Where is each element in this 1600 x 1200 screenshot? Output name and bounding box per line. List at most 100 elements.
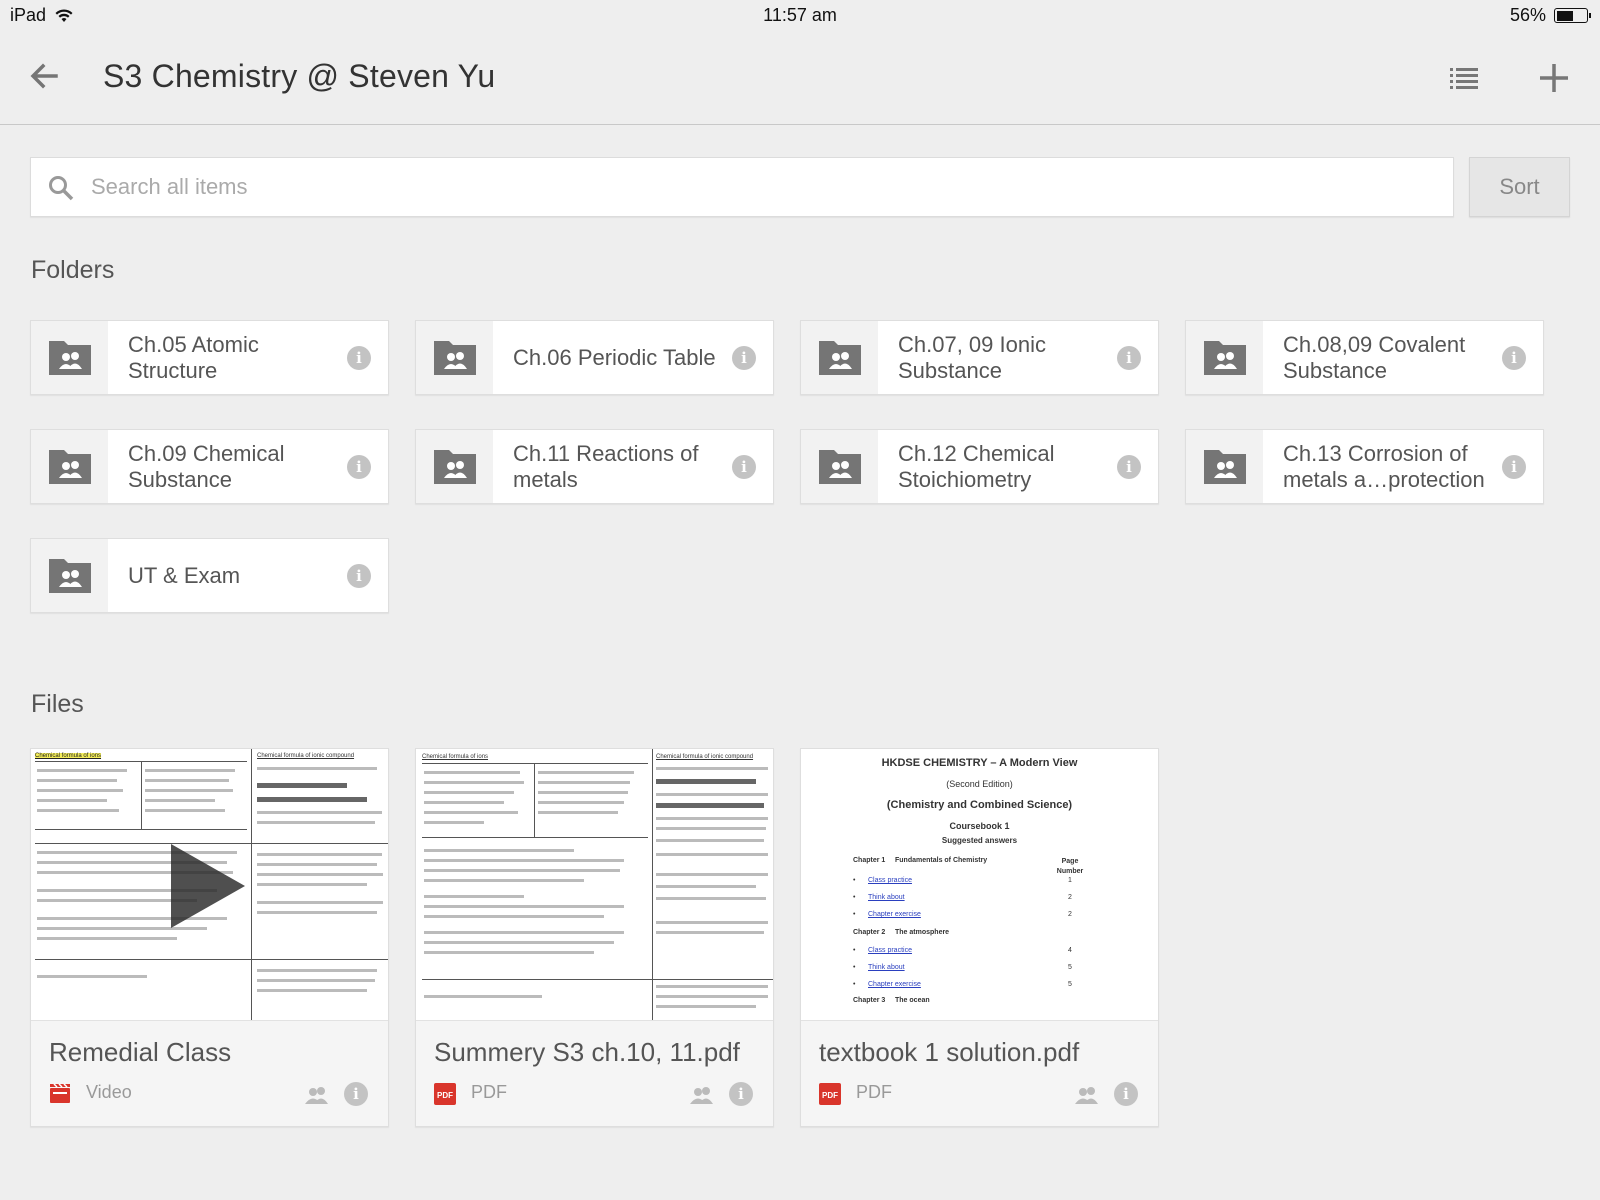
shared-folder-icon (1204, 341, 1246, 375)
thumb-bullet: • (853, 981, 856, 988)
app-bar: S3 Chemistry @ Steven Yu (0, 34, 1600, 125)
thumb-heading-2: Chemical formula of ionic compound (257, 753, 355, 759)
shared-folder-icon (434, 450, 476, 484)
folder-icon-box (801, 430, 878, 503)
svg-text:PDF: PDF (437, 1091, 453, 1100)
thumb-link: Chapter exercise (868, 981, 921, 988)
file-card[interactable]: Chemical formula of ions Chemical formul… (415, 748, 774, 1127)
thumb-link: Class practice (868, 877, 912, 884)
thumb-bullet: • (853, 877, 856, 884)
shared-folder-icon (819, 341, 861, 375)
add-button[interactable] (1536, 60, 1572, 96)
folder-card[interactable]: Ch.11 Reactions of metals i (415, 429, 774, 504)
folder-card[interactable]: Ch.09 Chemical Substance i (30, 429, 389, 504)
thumb-bullet: • (853, 947, 856, 954)
status-bar: iPad 11:57 am 56% (0, 0, 1600, 34)
thumb-page-number: 2 (1068, 911, 1072, 918)
folder-name: Ch.06 Periodic Table (513, 344, 716, 370)
folder-icon-box (1186, 321, 1263, 394)
folder-icon-box (416, 430, 493, 503)
info-icon[interactable]: i (344, 1082, 368, 1106)
folder-name: Ch.09 Chemical Substance (128, 440, 285, 492)
folder-card[interactable]: Ch.06 Periodic Table i (415, 320, 774, 395)
folder-card[interactable]: Ch.08,09 Covalent Substance i (1185, 320, 1544, 395)
shared-folder-icon (49, 450, 91, 484)
status-right: 56% (1510, 5, 1591, 26)
file-info: textbook 1 solution.pdf PDF PDF i (801, 1021, 1158, 1126)
battery-level (1556, 10, 1573, 21)
thumb-answers: Suggested answers (941, 836, 1018, 845)
sort-button[interactable]: Sort (1469, 157, 1570, 217)
info-icon[interactable]: i (347, 564, 371, 588)
thumb-title: HKDSE CHEMISTRY – A Modern View (881, 757, 1078, 769)
file-info: Summery S3 ch.10, 11.pdf PDF PDF i (416, 1021, 773, 1126)
shared-people-icon (305, 1087, 328, 1104)
search-box[interactable] (30, 157, 1454, 217)
pdf-icon: PDF (819, 1083, 841, 1105)
search-input[interactable] (91, 158, 1431, 216)
folder-card[interactable]: Ch.07, 09 Ionic Substance i (800, 320, 1159, 395)
info-icon[interactable]: i (1117, 346, 1141, 370)
info-icon[interactable]: i (347, 346, 371, 370)
thumb-heading: Chemical formula of ions (422, 754, 489, 760)
folder-name: Ch.12 Chemical Stoichiometry (898, 440, 1055, 492)
folder-icon-box (416, 321, 493, 394)
file-card[interactable]: Chemical formula of ions Chemical formul… (30, 748, 389, 1127)
info-icon[interactable]: i (732, 346, 756, 370)
folder-icon-box (1186, 430, 1263, 503)
folder-name: Ch.05 Atomic Structure (128, 331, 259, 383)
info-icon[interactable]: i (1117, 455, 1141, 479)
files-heading: Files (31, 690, 84, 718)
folder-name: Ch.07, 09 Ionic Substance (898, 331, 1046, 383)
thumb-heading-2: Chemical formula of ionic compound (656, 754, 754, 760)
thumb-subtitle: (Chemistry and Combined Science) (886, 799, 1073, 811)
folder-card[interactable]: Ch.05 Atomic Structure i (30, 320, 389, 395)
shared-people-icon (1075, 1087, 1098, 1104)
file-card[interactable]: HKDSE CHEMISTRY – A Modern View (Second … (800, 748, 1159, 1127)
thumb-link: Class practice (868, 947, 912, 954)
svg-text:PDF: PDF (822, 1091, 838, 1100)
thumb-book: Coursebook 1 (949, 821, 1010, 831)
folder-name: Ch.08,09 Covalent Substance (1283, 331, 1466, 383)
folder-card[interactable]: Ch.12 Chemical Stoichiometry i (800, 429, 1159, 504)
play-icon[interactable] (171, 844, 245, 928)
folder-card[interactable]: UT & Exam i (30, 538, 389, 613)
back-button[interactable] (26, 58, 62, 94)
folder-name: UT & Exam (128, 562, 241, 588)
list-view-icon (1450, 68, 1478, 89)
status-time: 11:57 am (763, 5, 837, 25)
thumb-link: Chapter exercise (868, 911, 921, 918)
folder-name: Ch.11 Reactions of metals (513, 440, 699, 492)
folder-icon-box (31, 539, 108, 612)
info-icon[interactable]: i (729, 1082, 753, 1106)
shared-people-icon (690, 1087, 713, 1104)
thumb-ch2: Chapter 2 The atmosphere (853, 929, 950, 936)
thumb-page-number: 4 (1068, 947, 1072, 954)
file-type-label: Video (86, 1082, 132, 1102)
folder-icon-box (31, 430, 108, 503)
video-icon (50, 1083, 70, 1103)
pdf-icon: PDF (434, 1083, 456, 1105)
info-icon[interactable]: i (1502, 346, 1526, 370)
info-icon[interactable]: i (1114, 1082, 1138, 1106)
thumb-bullet: • (853, 911, 856, 918)
file-name: textbook 1 solution.pdf (819, 1037, 1080, 1067)
file-thumbnail: HKDSE CHEMISTRY – A Modern View (Second … (801, 749, 1158, 1021)
folder-card[interactable]: Ch.13 Corrosion of metals a…protection i (1185, 429, 1544, 504)
shared-folder-icon (434, 341, 476, 375)
info-icon[interactable]: i (732, 455, 756, 479)
thumb-link: Think about (868, 964, 905, 971)
file-info: Remedial Class Video i (31, 1021, 388, 1126)
back-arrow-icon (30, 63, 58, 89)
thumb-bullet: • (853, 964, 856, 971)
folder-icon-box (801, 321, 878, 394)
info-icon[interactable]: i (347, 455, 371, 479)
shared-folder-icon (49, 559, 91, 593)
info-icon[interactable]: i (1502, 455, 1526, 479)
list-view-button[interactable] (1448, 62, 1480, 94)
thumb-page-number: 5 (1068, 981, 1072, 988)
thumb-ch3: Chapter 3 The ocean (853, 997, 930, 1004)
thumb-heading: Chemical formula of ions (35, 753, 102, 759)
thumb-link: Think about (868, 894, 905, 901)
thumb-page-number: 5 (1068, 964, 1072, 971)
